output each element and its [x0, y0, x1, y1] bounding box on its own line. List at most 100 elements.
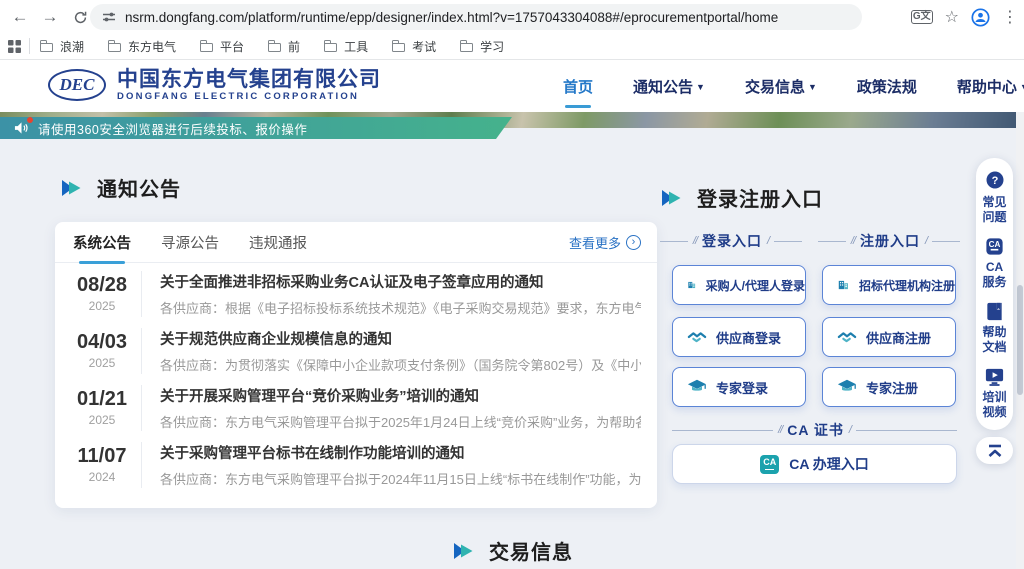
divider — [29, 38, 30, 54]
ca-section-title: CA 证书 — [787, 420, 844, 440]
chevron-down-icon: ▼ — [808, 82, 817, 92]
translate-icon[interactable]: G文 — [911, 10, 933, 24]
buyer-agent-login-button[interactable]: 采购人/代理人登录 — [672, 265, 806, 305]
notice-desc: 各供应商：东方电气采购管理平台拟于2025年1月24日上线“竞价采购”业务，为帮… — [160, 412, 641, 431]
login-section-heading: 登录注册入口 — [660, 183, 823, 212]
svg-text:CA: CA — [989, 240, 1001, 249]
notice-title[interactable]: 关于采购管理平台标书在线制作功能培训的通知 — [160, 442, 641, 463]
notice-row[interactable]: 04/032025 关于规范供应商企业规模信息的通知各供应商：为贯彻落实《保障中… — [55, 322, 657, 379]
faq-shortcut[interactable]: ? 常见问题 — [981, 170, 1009, 225]
bookmark-folder[interactable]: 平台 — [200, 38, 244, 55]
url-bar[interactable]: nsrm.dongfang.com/platform/runtime/epp/d… — [90, 4, 862, 30]
ca-badge-icon: CA — [760, 455, 779, 474]
notice-title[interactable]: 关于开展采购管理平台“竞价采购业务”培训的通知 — [160, 385, 641, 406]
svg-text:?: ? — [991, 175, 998, 187]
notice-title[interactable]: 关于规范供应商企业规模信息的通知 — [160, 328, 641, 349]
menu-dots-icon[interactable]: ⋮ — [1002, 7, 1018, 27]
notice-row[interactable]: 08/282025 关于全面推进非招标采购业务CA认证及电子签章应用的通知各供应… — [55, 265, 657, 322]
tab-violation-reports[interactable]: 违规通报 — [249, 221, 307, 264]
folder-icon — [460, 43, 473, 52]
login-group-title: 登录入口 — [702, 231, 762, 251]
apps-grid-icon[interactable] — [8, 40, 21, 53]
bookmark-star-icon[interactable]: ☆ — [945, 7, 959, 27]
chevron-down-icon: ▼ — [1020, 82, 1024, 92]
ca-service-shortcut[interactable]: CA CA服务 — [981, 236, 1009, 290]
folder-icon — [40, 43, 53, 52]
expert-register-button[interactable]: 专家注册 — [822, 367, 956, 407]
section-arrow-icon — [60, 177, 84, 199]
bookmark-folder[interactable]: 前 — [268, 38, 300, 55]
browser-warning-banner: 请使用360安全浏览器进行后续投标、报价操作 — [0, 117, 512, 139]
ca-section-header: // CA 证书 / — [672, 420, 957, 440]
floating-quickbar: ? 常见问题 CA CA服务 帮助文档 培训视频 — [976, 158, 1013, 430]
url-text: nsrm.dongfang.com/platform/runtime/epp/d… — [125, 10, 778, 25]
bookmark-folder[interactable]: 浪潮 — [40, 38, 84, 55]
agency-register-button[interactable]: 招标代理机构注册 — [822, 265, 956, 305]
register-group-title: 注册入口 — [860, 231, 920, 251]
expert-login-button[interactable]: 专家登录 — [672, 367, 806, 407]
refresh-icon[interactable] — [68, 5, 92, 29]
tab-sourcing-notices[interactable]: 寻源公告 — [161, 221, 219, 264]
notice-row[interactable]: 11/072024 关于采购管理平台标书在线制作功能培训的通知各供应商：东方电气… — [55, 436, 657, 493]
graduation-cap-icon — [687, 377, 707, 397]
nav-trade-info[interactable]: 交易信息▼ — [745, 76, 817, 97]
handshake-icon — [837, 327, 857, 347]
section-title: 通知公告 — [97, 173, 181, 202]
ca-apply-button[interactable]: CA CA 办理入口 — [672, 444, 957, 484]
chevron-down-icon: ▼ — [696, 82, 705, 92]
bookmark-folder[interactable]: 工具 — [324, 38, 368, 55]
scrollbar-track[interactable] — [1016, 60, 1024, 569]
building-icon — [837, 275, 850, 295]
tune-icon[interactable] — [102, 10, 116, 24]
view-more-link[interactable]: 查看更多 › — [569, 222, 641, 263]
video-player-icon — [984, 366, 1005, 387]
notice-row[interactable]: 01/212025 关于开展采购管理平台“竞价采购业务”培训的通知各供应商：东方… — [55, 379, 657, 436]
dec-logo-icon: DEC — [48, 69, 106, 101]
nav-help-center[interactable]: 帮助中心▼ — [957, 76, 1024, 97]
notification-dot — [27, 117, 33, 123]
collapse-quickbar-button[interactable] — [976, 437, 1013, 464]
section-title: 交易信息 — [489, 536, 573, 565]
profile-avatar[interactable] — [971, 8, 990, 27]
bookmark-folder[interactable]: 东方电气 — [108, 38, 176, 55]
notice-title[interactable]: 关于全面推进非招标采购业务CA认证及电子签章应用的通知 — [160, 271, 641, 292]
bookmark-folder[interactable]: 学习 — [460, 38, 504, 55]
company-name: 中国东方电气集团有限公司 — [117, 68, 381, 91]
forward-icon[interactable]: → — [38, 5, 62, 29]
section-arrow-icon — [452, 540, 476, 562]
bookmark-folder[interactable]: 考试 — [392, 38, 436, 55]
nav-notices[interactable]: 通知公告▼ — [633, 76, 705, 97]
bookmarks-bar: 浪潮 东方电气 平台 前 工具 考试 学习 — [0, 33, 1024, 60]
chevron-right-circle-icon: › — [626, 235, 641, 250]
arrow-to-top-icon — [986, 443, 1004, 459]
notice-desc: 各供应商：为贯彻落实《保障中小企业款项支付条例》（国务院令第802号）及《中小企… — [160, 355, 641, 374]
tab-system-notices[interactable]: 系统公告 — [73, 221, 131, 264]
supplier-register-button[interactable]: 供应商注册 — [822, 317, 956, 357]
scrollbar-thumb[interactable] — [1017, 285, 1023, 395]
header-logo[interactable]: DEC 中国东方电气集团有限公司 DONGFANG ELECTRIC CORPO… — [48, 68, 381, 102]
main-nav: 首页 通知公告▼ 交易信息▼ 政策法规 帮助中心▼ — [563, 60, 1024, 112]
notice-desc: 各供应商：根据《电子招标投标系统技术规范》《电子采购交易规范》要求，东方电气采购… — [160, 298, 641, 317]
help-docs-shortcut[interactable]: 帮助文档 — [981, 301, 1009, 355]
section-arrow-icon — [660, 187, 684, 209]
browser-toolbar: ← → nsrm.dongfang.com/platform/runtime/e… — [0, 0, 1024, 33]
company-name-en: DONGFANG ELECTRIC CORPORATION — [117, 91, 381, 102]
notice-list: 08/282025 关于全面推进非招标采购业务CA认证及电子签章应用的通知各供应… — [55, 263, 657, 495]
training-videos-shortcut[interactable]: 培训视频 — [981, 366, 1009, 420]
back-icon[interactable]: ← — [8, 5, 32, 29]
login-group-headers: // 登录入口 / // 注册入口 / — [660, 231, 960, 251]
folder-icon — [200, 43, 213, 52]
question-bubble-icon: ? — [984, 170, 1006, 192]
section-title: 登录注册入口 — [697, 183, 823, 212]
page: ← → nsrm.dongfang.com/platform/runtime/e… — [0, 0, 1024, 569]
graduation-cap-icon — [837, 377, 857, 397]
nav-home[interactable]: 首页 — [563, 76, 593, 97]
ca-card-icon: CA — [984, 236, 1005, 257]
building-icon — [687, 275, 697, 295]
notices-card: 系统公告 寻源公告 违规通报 查看更多 › 08/282025 关于全面推进非招… — [55, 222, 657, 508]
folder-icon — [392, 43, 405, 52]
folder-icon — [324, 43, 337, 52]
banner-text: 请使用360安全浏览器进行后续投标、报价操作 — [38, 119, 307, 138]
nav-policies[interactable]: 政策法规 — [857, 76, 917, 97]
supplier-login-button[interactable]: 供应商登录 — [672, 317, 806, 357]
